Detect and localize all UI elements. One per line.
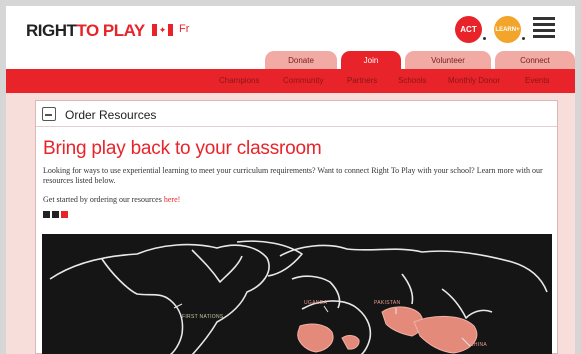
intro-paragraph: Looking for ways to use experiential lea…	[43, 166, 543, 185]
right-to-play-logo[interactable]: RIGHTTO PLAY	[26, 21, 145, 41]
act-button[interactable]: ACT	[455, 16, 482, 43]
cta-text: Get started by ordering our resources	[43, 195, 164, 204]
logo-text-right: RIGHT	[26, 21, 77, 40]
order-resources-card: Order Resources Bring play back to your …	[35, 100, 558, 354]
sub-navigation: Champions Community Partners Schools Mon…	[6, 69, 575, 93]
map-label-first-nations: FIRST NATIONS	[182, 314, 224, 320]
subnav-events[interactable]: Events	[525, 76, 549, 85]
social-share	[43, 211, 68, 218]
cta-paragraph: Get started by ordering our resources he…	[43, 195, 180, 204]
subnav-community[interactable]: Community	[283, 76, 323, 85]
map-label-uganda: UGANDA	[304, 300, 328, 306]
card-title: Order Resources	[65, 108, 157, 122]
canada-flag-icon[interactable]: ✦	[152, 24, 173, 36]
twitter-icon[interactable]	[43, 211, 50, 218]
subnav-champions[interactable]: Champions	[219, 76, 259, 85]
menu-icon[interactable]	[533, 17, 555, 41]
page-headline: Bring play back to your classroom	[43, 138, 322, 159]
site-header: RIGHTTO PLAY ✦ Fr ACT LEARN+	[6, 6, 575, 52]
learn-button[interactable]: LEARN+	[494, 16, 521, 43]
subnav-partners[interactable]: Partners	[347, 76, 377, 85]
tab-join[interactable]: Join	[341, 51, 401, 69]
map-label-china: CHINA	[470, 342, 488, 348]
tab-volunteer[interactable]: Volunteer	[405, 51, 491, 69]
youtube-icon[interactable]	[61, 211, 68, 218]
order-resources-link[interactable]: here!	[164, 195, 180, 204]
facebook-icon[interactable]	[52, 211, 59, 218]
subnav-schools[interactable]: Schools	[398, 76, 426, 85]
act-indicator-dot	[483, 37, 486, 40]
main-tabs: Donate Join Volunteer Connect	[265, 51, 575, 69]
document-icon	[42, 107, 56, 121]
browser-viewport: RIGHTTO PLAY ✦ Fr ACT LEARN+ Donate Join…	[6, 6, 575, 354]
subnav-monthly-donor[interactable]: Monthly Donor	[448, 76, 500, 85]
logo-text-to-play: TO PLAY	[76, 21, 145, 40]
learn-indicator-dot	[522, 37, 525, 40]
world-map-graphic	[49, 240, 548, 354]
tab-connect[interactable]: Connect	[495, 51, 575, 69]
tab-donate[interactable]: Donate	[265, 51, 337, 69]
language-toggle-link[interactable]: Fr	[179, 23, 189, 35]
card-header: Order Resources	[36, 101, 557, 127]
map-label-pakistan: PAKISTAN	[374, 300, 401, 306]
world-map-image: FIRST NATIONS UGANDA PAKISTAN CHINA	[42, 234, 552, 354]
